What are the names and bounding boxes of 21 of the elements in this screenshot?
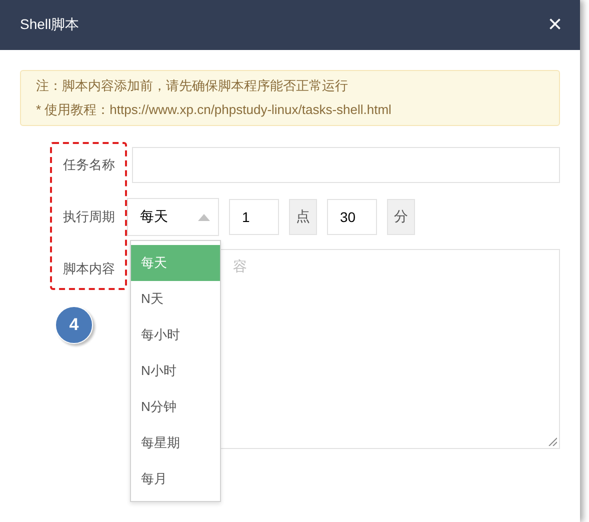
- close-button[interactable]: ×: [544, 13, 566, 37]
- notice-text: * 使用教程：https://www.xp.cn/phpstudy-linux/tasks-shell.html: [36, 101, 392, 119]
- hour-field[interactable]: 1: [229, 199, 279, 235]
- field-label: 执行周期: [62, 208, 116, 226]
- dropdown-option[interactable]: N小时: [131, 353, 220, 389]
- window-title: Shell脚本: [20, 16, 80, 34]
- field-label: 任务名称: [62, 156, 116, 174]
- period-select[interactable]: 每天: [127, 198, 219, 236]
- dropdown-option[interactable]: 每小时: [131, 317, 220, 353]
- task-name-field[interactable]: [132, 147, 560, 183]
- unit-label: 点: [289, 199, 317, 235]
- step-badge: 4: [55, 306, 93, 344]
- caret-icon: [198, 214, 210, 220]
- dropdown-option[interactable]: 每月: [131, 461, 220, 497]
- notice-text: 注：脚本内容添加前，请先确保脚本程序能否正常运行: [36, 77, 349, 95]
- unit-label: 分: [387, 199, 415, 235]
- resize-grip-icon[interactable]: [548, 437, 557, 446]
- field-label: 脚本内容: [62, 260, 116, 278]
- minute-field[interactable]: 30: [327, 199, 377, 235]
- dropdown-option[interactable]: N天: [131, 281, 220, 317]
- dropdown-option[interactable]: N分钟: [131, 389, 220, 425]
